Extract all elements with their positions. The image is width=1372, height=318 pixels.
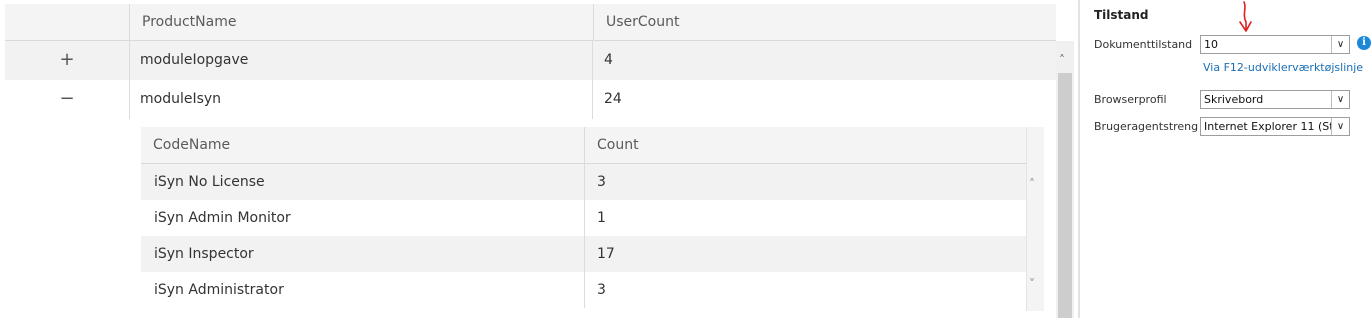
detail-header-row: CodeName Count	[141, 127, 1026, 164]
scrollbar-thumb[interactable]	[1058, 73, 1072, 318]
user-agent-select[interactable]: Internet Explorer 11 (Sta ∨	[1200, 117, 1350, 136]
column-header-count[interactable]: Count	[584, 127, 1026, 164]
chevron-down-icon[interactable]: ˅	[1029, 277, 1035, 291]
document-mode-value: 10	[1204, 38, 1218, 51]
browser-profile-select[interactable]: Skrivebord ∨	[1200, 90, 1350, 109]
emulation-panel: Tilstand Dokumenttilstand 10 ∨ i Via F12…	[1080, 0, 1372, 318]
grid-scrollbar[interactable]: ˄	[1056, 41, 1074, 318]
table-row[interactable]: iSyn No License 3	[141, 164, 1026, 200]
dropdown-arrow-icon[interactable]: ∨	[1331, 36, 1349, 53]
count-cell: 3	[597, 174, 606, 190]
annotation-arrow-icon	[1239, 1, 1252, 32]
code-name-cell: iSyn No License	[154, 174, 265, 190]
table-row[interactable]: iSyn Inspector 17	[141, 236, 1026, 272]
f12-tools-link[interactable]: Via F12-udviklerværktøjslinje	[1203, 61, 1363, 74]
column-header-codename[interactable]: CodeName	[141, 127, 584, 164]
table-row[interactable]: + moduleIopgave 4	[5, 41, 1056, 80]
grid-header-row: ProductName UserCount	[5, 4, 1056, 41]
code-name-cell: iSyn Admin Monitor	[154, 210, 291, 226]
user-count-cell: 4	[604, 52, 613, 68]
count-cell: 3	[597, 282, 606, 298]
dropdown-arrow-icon[interactable]: ∨	[1331, 91, 1349, 108]
code-name-cell: iSyn Administrator	[154, 282, 284, 298]
document-mode-select[interactable]: 10 ∨	[1200, 35, 1350, 54]
product-name-cell: moduleIopgave	[140, 52, 249, 68]
table-row[interactable]: iSyn Administrator 3	[141, 272, 1026, 308]
code-name-cell: iSyn Inspector	[154, 246, 254, 262]
minus-icon[interactable]: −	[57, 80, 77, 119]
product-name-cell: moduleIsyn	[140, 91, 222, 107]
document-mode-label: Dokumenttilstand	[1094, 38, 1193, 51]
table-row[interactable]: iSyn Admin Monitor 1	[141, 200, 1026, 236]
column-header-usercount[interactable]: UserCount	[593, 4, 1056, 41]
count-cell: 1	[597, 210, 606, 226]
table-row[interactable]: − moduleIsyn 24	[5, 80, 1056, 119]
detail-grid: CodeName Count iSyn No License 3 iSyn Ad…	[141, 127, 1044, 311]
product-grid: ProductName UserCount + moduleIopgave 4 …	[0, 0, 1074, 318]
browser-profile-value: Skrivebord	[1204, 93, 1264, 106]
dropdown-arrow-icon[interactable]: ∨	[1331, 118, 1349, 135]
count-cell: 17	[597, 246, 615, 262]
panel-title: Tilstand	[1094, 8, 1149, 22]
detail-scrollbar[interactable]: ˄ ˅	[1026, 127, 1044, 311]
plus-icon[interactable]: +	[57, 41, 77, 80]
user-count-cell: 24	[604, 91, 622, 107]
chevron-up-icon[interactable]: ˄	[1059, 53, 1065, 67]
chevron-up-icon[interactable]: ˄	[1029, 177, 1035, 191]
expander-header	[5, 4, 129, 41]
info-icon[interactable]: i	[1357, 36, 1371, 50]
user-agent-value: Internet Explorer 11 (Sta	[1204, 120, 1341, 133]
user-agent-label: Brugeragentstreng	[1094, 120, 1199, 133]
browser-profile-label: Browserprofil	[1094, 93, 1167, 106]
column-header-productname[interactable]: ProductName	[129, 4, 593, 41]
